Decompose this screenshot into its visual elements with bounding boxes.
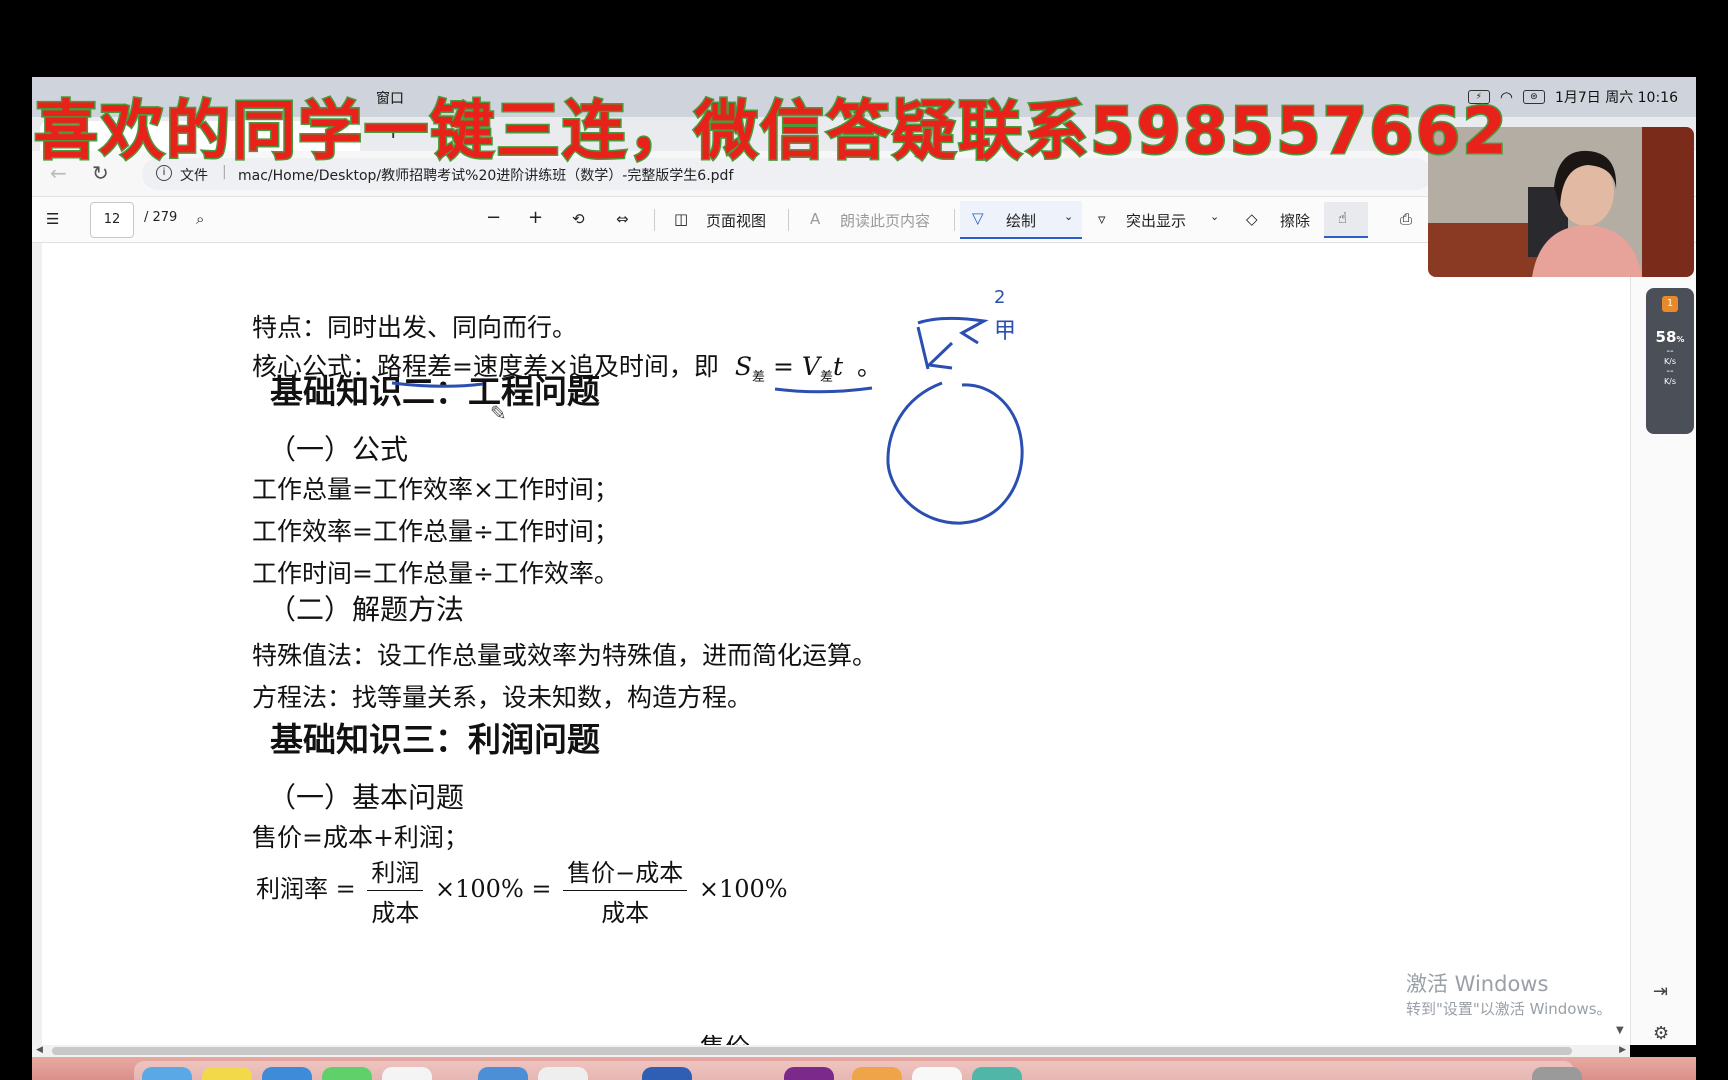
dock-app-calendar-icon[interactable] bbox=[382, 1067, 432, 1080]
dock-app-icon[interactable] bbox=[912, 1067, 962, 1080]
page-view-icon[interactable]: ◫ bbox=[674, 210, 688, 228]
toolbar-divider bbox=[654, 209, 655, 231]
chevron-down-icon[interactable]: ⌄ bbox=[1210, 210, 1219, 223]
print-icon[interactable]: ⎙ bbox=[1400, 210, 1412, 228]
dock-app-finder-icon[interactable] bbox=[142, 1067, 192, 1080]
dock-app-messages-icon[interactable] bbox=[322, 1067, 372, 1080]
draw-icon: ▽ bbox=[972, 209, 984, 227]
read-aloud-icon: A bbox=[810, 210, 821, 228]
search-icon[interactable]: ⌕ bbox=[196, 210, 204, 228]
scroll-down-arrow-icon[interactable]: ▼ bbox=[1616, 1025, 1624, 1036]
percent-unit: % bbox=[1676, 335, 1685, 344]
download-unit: K/s bbox=[1663, 377, 1677, 386]
dock-app-icon[interactable] bbox=[538, 1067, 588, 1080]
dock-trash-icon[interactable] bbox=[1532, 1067, 1582, 1080]
percent-value: 58 bbox=[1655, 328, 1677, 346]
rotate-icon[interactable]: ⟲ bbox=[572, 210, 585, 228]
draw-label: 绘制 bbox=[1006, 212, 1037, 230]
eraser-icon[interactable]: ◇ bbox=[1246, 210, 1258, 228]
dock-app-icon[interactable] bbox=[478, 1067, 528, 1080]
highlight-button[interactable]: 突出显示 bbox=[1126, 210, 1186, 231]
pen-cursor-icon: ✎ bbox=[490, 401, 507, 425]
screen-recording: 窗口 ⚡ ◠ ⊜ 1月7日 周六 10:16 + ← ↻ i 文件 | mac/… bbox=[0, 0, 1728, 1080]
badge-icon: 1 bbox=[1662, 296, 1678, 312]
cpu-percent: 58% bbox=[1646, 328, 1694, 346]
promo-banner: 喜欢的同学一键三连，微信答疑联系598557662 bbox=[33, 94, 1509, 171]
horizontal-scrollbar[interactable]: ◀ ▶ bbox=[32, 1045, 1630, 1057]
toolbar-divider bbox=[954, 209, 955, 231]
control-center-icon[interactable]: ⊜ bbox=[1522, 90, 1545, 104]
vertical-scrollbar[interactable]: ▼ bbox=[1614, 245, 1628, 1045]
dock-app-icon[interactable] bbox=[642, 1067, 692, 1080]
pdf-viewport[interactable]: 特点：同时出发、同向而行。 核心公式：路程差=速度差×追及时间，即 S差 = V… bbox=[32, 243, 1696, 1045]
erase-button[interactable]: 擦除 bbox=[1280, 210, 1310, 231]
zoom-out-icon[interactable]: − bbox=[486, 207, 501, 228]
ink-flag bbox=[925, 341, 954, 370]
clock[interactable]: 1月7日 周六 10:16 bbox=[1555, 87, 1678, 107]
ink-underline-1 bbox=[391, 381, 484, 388]
ink-pole bbox=[916, 326, 930, 370]
settings-gear-icon[interactable]: ⚙ bbox=[1653, 1023, 1669, 1044]
dock-app-icon[interactable] bbox=[852, 1067, 902, 1080]
scroll-thumb[interactable] bbox=[52, 1047, 1572, 1055]
toolbar-divider bbox=[788, 209, 789, 231]
ink-underline-2 bbox=[774, 386, 873, 394]
contents-icon[interactable]: ☰ bbox=[46, 210, 59, 228]
dock-app-notes-icon[interactable] bbox=[202, 1067, 252, 1080]
ink-flag-top bbox=[917, 316, 989, 345]
windows-activation-watermark: 激活 Windows 转到"设置"以激活 Windows。 bbox=[1406, 968, 1612, 1019]
total-pages: / 279 bbox=[144, 210, 178, 225]
scroll-right-arrow-icon[interactable]: ▶ bbox=[1619, 1045, 1626, 1055]
ink-annotations bbox=[391, 316, 1024, 525]
mac-dock bbox=[32, 1057, 1696, 1080]
network-speed-widget: 1 58% -- K/s -- K/s bbox=[1646, 288, 1694, 434]
zoom-in-icon[interactable]: + bbox=[528, 207, 543, 228]
dock-app-icon[interactable] bbox=[972, 1067, 1022, 1080]
upload-speed: -- bbox=[1666, 346, 1674, 357]
highlight-icon[interactable]: ▿ bbox=[1098, 210, 1106, 228]
ink-circle bbox=[886, 381, 1024, 525]
upload-unit: K/s bbox=[1663, 357, 1677, 366]
read-aloud-button[interactable]: 朗读此页内容 bbox=[840, 210, 930, 231]
touch-write-button[interactable]: ☝ bbox=[1324, 202, 1368, 238]
sidebar-toggle-icon[interactable]: ⇥ bbox=[1653, 981, 1668, 1002]
download-speed: -- bbox=[1666, 366, 1674, 377]
page-view-button[interactable]: 页面视图 bbox=[706, 210, 766, 231]
scroll-left-arrow-icon[interactable]: ◀ bbox=[36, 1045, 43, 1055]
chevron-down-icon[interactable]: ⌄ bbox=[1064, 210, 1073, 223]
dock-app-safari-icon[interactable] bbox=[262, 1067, 312, 1080]
fit-width-icon[interactable]: ⇔ bbox=[616, 210, 629, 228]
pdf-page: 特点：同时出发、同向而行。 核心公式：路程差=速度差×追及时间，即 S差 = V… bbox=[42, 243, 1630, 1045]
watermark-line2: 转到"设置"以激活 Windows。 bbox=[1406, 1000, 1612, 1018]
draw-button[interactable]: ▽ 绘制 ⌄ bbox=[960, 201, 1082, 239]
ink-label-2: 2 bbox=[994, 287, 1006, 308]
ink-label-jia: 甲 bbox=[994, 319, 1017, 344]
page-number-input[interactable]: 12 bbox=[90, 202, 134, 238]
watermark-line1: 激活 Windows bbox=[1406, 972, 1549, 996]
touch-icon: ☝ bbox=[1338, 209, 1348, 227]
dock-app-onenote-icon[interactable] bbox=[784, 1067, 834, 1080]
